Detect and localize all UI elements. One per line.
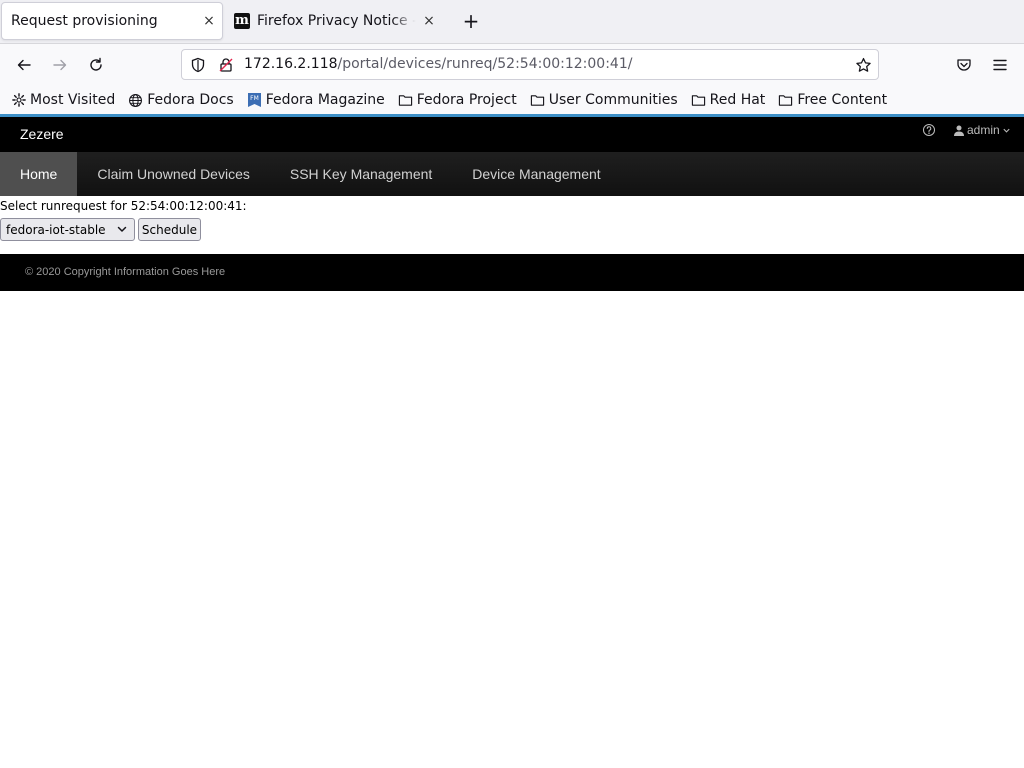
globe-icon: [129, 93, 143, 107]
copyright-text: © 2020 Copyright Information Goes Here: [25, 266, 226, 278]
bookmark-label: Most Visited: [30, 92, 116, 108]
forward-arrow-icon: [53, 59, 67, 71]
nav-ssh-key-management[interactable]: SSH Key Management: [270, 152, 452, 196]
user-menu[interactable]: admin: [954, 123, 1014, 137]
pocket-icon: [957, 59, 971, 71]
bookmark-free-content[interactable]: Free Content: [778, 92, 887, 108]
chevron-down-icon: [117, 226, 127, 232]
tab-close-icon[interactable]: ×: [196, 13, 222, 29]
app-header: Zezere admin: [0, 117, 1024, 152]
reload-icon: [90, 57, 102, 71]
back-button[interactable]: [10, 51, 38, 79]
user-name: admin: [967, 123, 1000, 137]
insecure-lock-icon[interactable]: [217, 56, 235, 74]
nav-device-management[interactable]: Device Management: [452, 152, 620, 196]
chevron-down-icon: [1003, 128, 1010, 133]
bookmark-red-hat[interactable]: Red Hat: [691, 92, 766, 108]
nav-claim-unowned-devices[interactable]: Claim Unowned Devices: [77, 152, 270, 196]
runrequest-prompt: Select runrequest for 52:54:00:12:00:41:: [0, 199, 247, 213]
tab-request-provisioning[interactable]: Request provisioning ×: [1, 2, 223, 40]
bookmarks-toolbar: Most Visited Fedora Docs FM Fedora Magaz…: [0, 86, 1024, 114]
url-bar[interactable]: 172.16.2.118/portal/devices/runreq/52:54…: [181, 49, 879, 80]
tab-close-icon[interactable]: ×: [416, 13, 442, 29]
reload-button[interactable]: [82, 51, 110, 79]
url-text: 172.16.2.118/portal/devices/runreq/52:54…: [244, 56, 632, 72]
gear-icon: [12, 93, 26, 107]
user-icon: [954, 125, 964, 136]
tab-strip: Request provisioning × m Firefox Privacy…: [0, 0, 1024, 44]
bookmark-label: Fedora Magazine: [265, 92, 385, 108]
navigation-toolbar: 172.16.2.118/portal/devices/runreq/52:54…: [0, 44, 1024, 86]
menu-button[interactable]: [986, 51, 1014, 79]
shield-icon[interactable]: [189, 56, 207, 74]
bookmark-fedora-magazine[interactable]: FM Fedora Magazine: [247, 92, 385, 108]
bookmark-label: User Communities: [548, 92, 678, 108]
back-arrow-icon: [17, 59, 31, 71]
schedule-button[interactable]: Schedule: [138, 218, 201, 241]
folder-icon: [779, 95, 793, 106]
bookmark-fedora-project[interactable]: Fedora Project: [398, 92, 517, 108]
svg-text:FM: FM: [250, 95, 259, 102]
tab-firefox-privacy-notice[interactable]: m Firefox Privacy Notice — Mozilla ×: [228, 2, 442, 40]
bookmark-fedora-docs[interactable]: Fedora Docs: [128, 92, 234, 108]
tab-label: Firefox Privacy Notice — Mozilla: [257, 13, 416, 29]
bookmark-user-communities[interactable]: User Communities: [530, 92, 678, 108]
brand-name[interactable]: Zezere: [20, 126, 64, 142]
url-host: 172.16.2.118: [244, 56, 338, 72]
tab-label: Request provisioning: [11, 13, 158, 29]
bookmark-most-visited[interactable]: Most Visited: [12, 92, 115, 108]
bookmark-star-icon[interactable]: [854, 56, 872, 74]
pocket-button[interactable]: [950, 51, 978, 79]
mozilla-favicon-icon: m: [234, 13, 250, 29]
bookmark-label: Red Hat: [709, 92, 766, 108]
folder-icon: [530, 95, 544, 106]
folder-icon: [398, 95, 412, 106]
fedora-magazine-icon: FM: [247, 93, 261, 107]
new-tab-button[interactable]: +: [458, 8, 484, 36]
folder-icon: [691, 95, 705, 106]
url-path: /portal/devices/runreq/52:54:00:12:00:41…: [337, 56, 633, 72]
bookmark-label: Fedora Docs: [147, 92, 234, 108]
bookmark-label: Free Content: [797, 92, 888, 108]
forward-button[interactable]: [46, 51, 74, 79]
bookmark-label: Fedora Project: [416, 92, 517, 108]
nav-home[interactable]: Home: [0, 152, 78, 196]
main-content: Select runrequest for 52:54:00:12:00:41:…: [0, 196, 1024, 254]
selected-runrequest: fedora-iot-stable: [6, 222, 106, 237]
hamburger-menu-icon: [993, 59, 1007, 71]
app-navigation: Home Claim Unowned Devices SSH Key Manag…: [0, 152, 1024, 196]
runrequest-select[interactable]: fedora-iot-stable: [0, 218, 135, 241]
help-icon[interactable]: [922, 122, 936, 141]
footer: © 2020 Copyright Information Goes Here: [0, 254, 1024, 291]
